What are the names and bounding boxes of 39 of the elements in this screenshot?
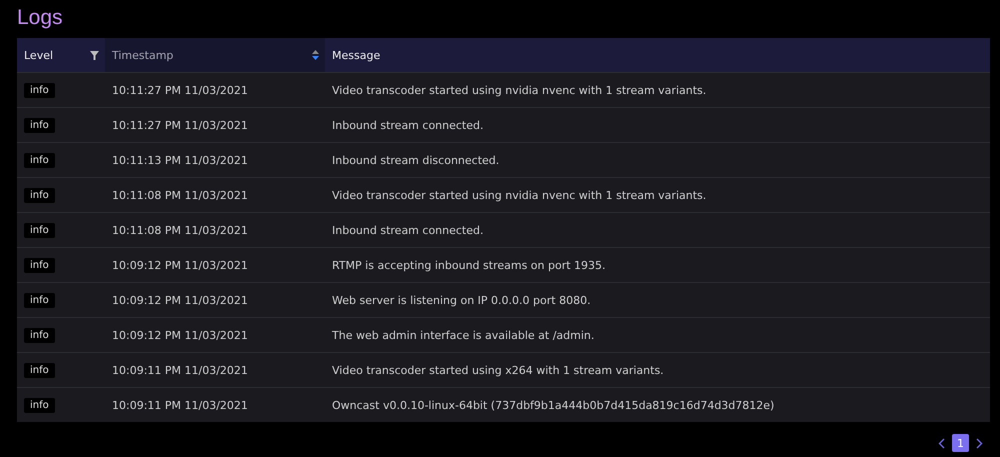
table-cell-text: Video transcoder started using nvidia nvenc with 1 stream variants. (331, 188, 708, 202)
page-title: Logs (16, 5, 64, 31)
column-header[interactable]: Level (17, 38, 105, 72)
table-cell-text: Inbound stream connected. (331, 118, 484, 132)
table-cell-text: Web server is listening on IP 0.0.0.0 port 8080. (331, 294, 592, 306)
table-cell-text: Inbound stream connected. (331, 224, 484, 236)
table-cell-text: Owncast v0.0.10-linux-64bit (737dbf9b1a444b0b7d415da819c16d74d3d7812e) (331, 398, 776, 412)
table-cell-text: Inbound stream disconnected. (331, 154, 500, 166)
level-badge: info (24, 152, 55, 168)
filter-icon[interactable] (90, 50, 99, 60)
table-cell-text: 10:11:08 PM 11/03/2021 (111, 224, 249, 236)
sort-icon[interactable] (312, 50, 319, 60)
table-cell-text: 10:09:12 PM 11/03/2021 (111, 294, 249, 306)
page-button[interactable]: 1 (952, 434, 969, 452)
table-cell-text: 10:09:11 PM 11/03/2021 (111, 364, 249, 376)
table-cell-text: 10:11:13 PM 11/03/2021 (111, 154, 249, 166)
level-badge: info (24, 118, 55, 132)
table-cell-text: The web admin interface is available at /admin. (331, 328, 596, 342)
previous-page-icon[interactable] (938, 438, 945, 448)
table-cell-text: 10:11:27 PM 11/03/2021 (111, 84, 249, 96)
level-badge: info (24, 82, 55, 98)
column-header[interactable]: Timestamp (105, 38, 325, 72)
level-badge: info (24, 188, 55, 202)
level-badge: info (24, 398, 55, 412)
table-cell-text: Video transcoder started using x264 with 1 stream variants. (331, 364, 665, 376)
level-badge: info (24, 258, 55, 272)
level-badge: info (24, 292, 55, 308)
level-badge: info (24, 362, 55, 378)
level-badge: info (24, 222, 55, 238)
column-header[interactable]: Message (325, 38, 990, 72)
table-cell-text: 10:11:08 PM 11/03/2021 (111, 188, 249, 202)
table-cell-text: 10:09:12 PM 11/03/2021 (111, 258, 249, 272)
next-page-icon[interactable] (976, 438, 983, 448)
table-cell-text: 10:09:12 PM 11/03/2021 (111, 328, 249, 342)
table-cell-text: Video transcoder started using nvidia nvenc with 1 stream variants. (331, 84, 708, 96)
level-badge: info (24, 328, 55, 342)
table-cell-text: 10:09:11 PM 11/03/2021 (111, 398, 249, 412)
table-cell-text: RTMP is accepting inbound streams on port 1935. (331, 258, 607, 272)
table-cell-text: 10:11:27 PM 11/03/2021 (111, 118, 249, 132)
